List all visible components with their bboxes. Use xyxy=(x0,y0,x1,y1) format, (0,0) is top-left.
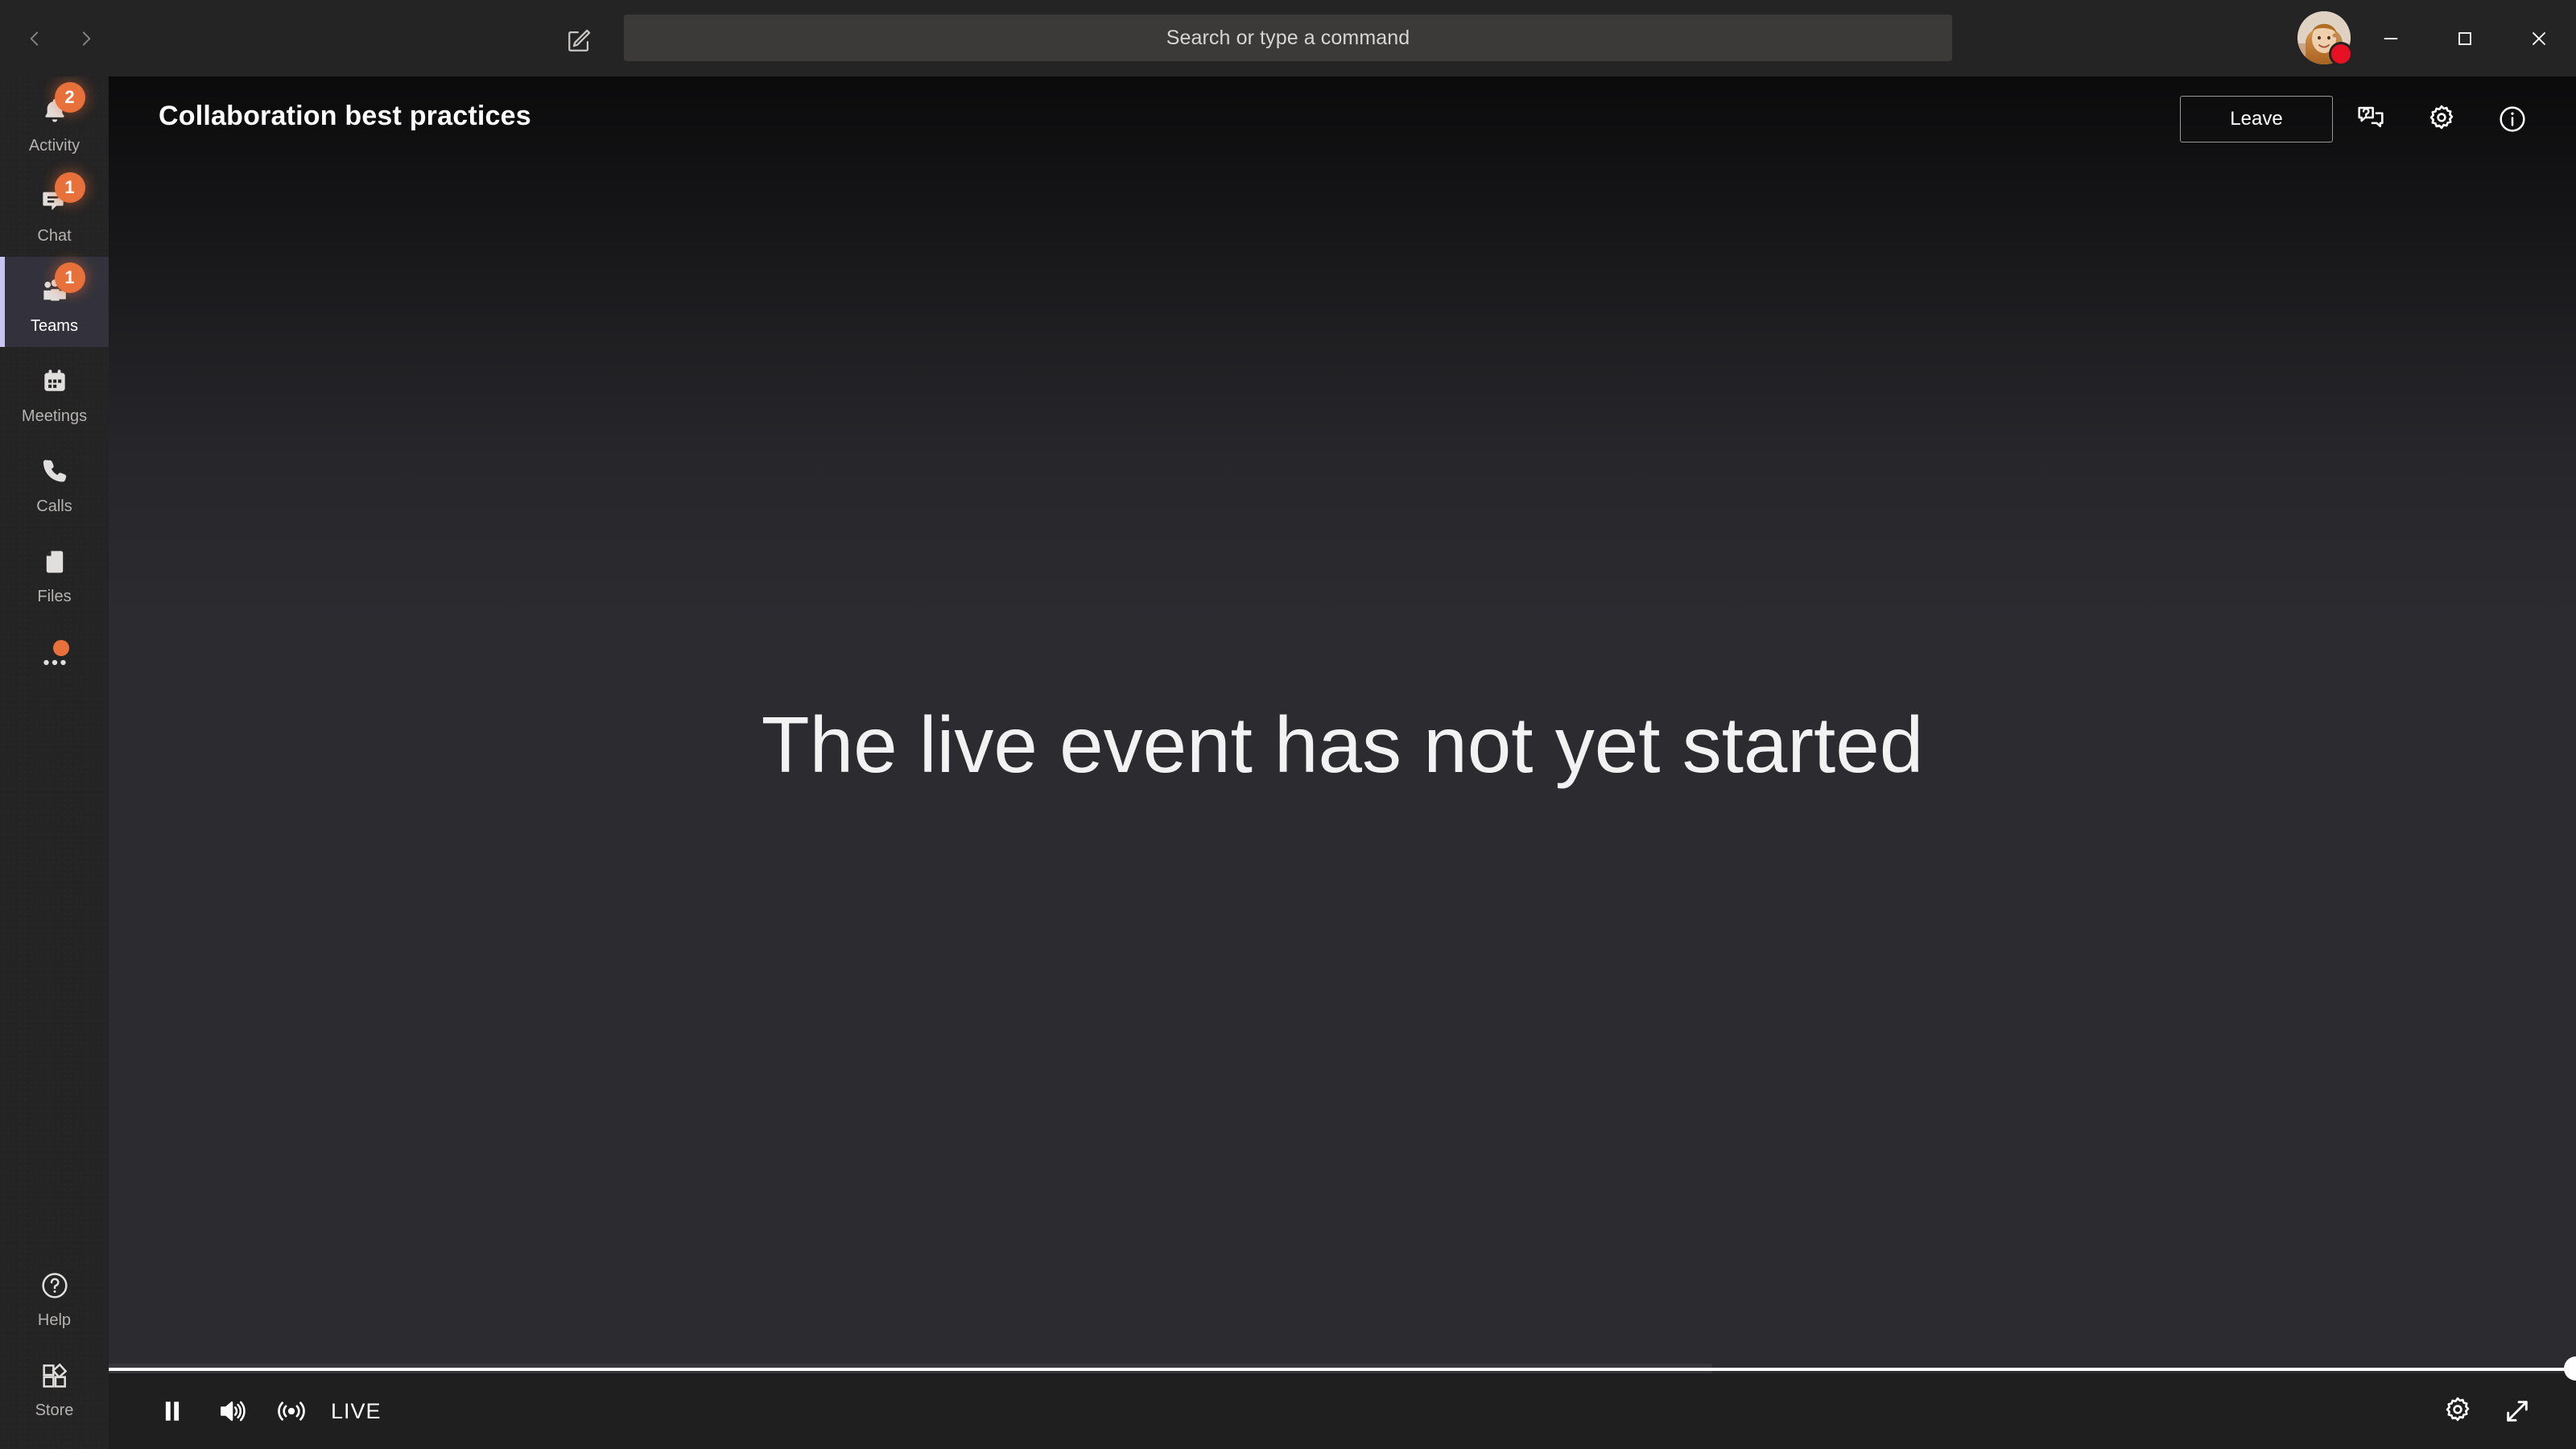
live-label: LIVE xyxy=(331,1398,382,1423)
maximize-icon[interactable] xyxy=(2428,0,2502,76)
sidebar-item-chat[interactable]: 1 Chat xyxy=(0,167,109,257)
sidebar-item-label: Help xyxy=(37,1311,72,1329)
stage-message-text: The live event has not yet started xyxy=(761,700,1924,789)
rail-primary-items: 2 Activity 1 Chat 1 Teams Meetings Calls… xyxy=(0,76,109,708)
more-dot-badge xyxy=(52,640,69,656)
sidebar-item-label: Teams xyxy=(31,316,78,335)
sidebar-item-label: Store xyxy=(35,1401,74,1419)
pause-icon[interactable] xyxy=(142,1381,202,1441)
back-icon[interactable] xyxy=(18,22,52,56)
stage-message: The live event has not yet started xyxy=(109,76,2576,1449)
sidebar-item-label: Chat xyxy=(37,226,72,245)
file-icon xyxy=(34,541,76,583)
sidebar-item-label: Calls xyxy=(36,497,72,515)
volume-icon[interactable] xyxy=(202,1381,262,1441)
forward-icon[interactable] xyxy=(69,22,103,56)
sidebar-item-meetings[interactable]: Meetings xyxy=(0,347,109,437)
presence-badge xyxy=(2329,42,2353,66)
sidebar-item-files[interactable]: Files xyxy=(0,527,109,617)
player-left-controls: LIVE xyxy=(142,1381,382,1441)
ellipsis-icon xyxy=(34,640,76,683)
teams-live-event-window: Search or type a command 2 Activity 1 Ch… xyxy=(0,0,2576,1449)
sidebar-item-help[interactable]: Help xyxy=(0,1251,109,1341)
leave-button[interactable]: Leave xyxy=(2180,96,2333,142)
search-placeholder: Search or type a command xyxy=(1166,26,1410,49)
navigation-arrows xyxy=(18,0,103,76)
calendar-icon xyxy=(34,361,76,402)
player-right-controls xyxy=(2428,1381,2547,1441)
event-header: Collaboration best practices Leave xyxy=(109,76,2576,157)
store-icon xyxy=(34,1355,76,1397)
player-controls: LIVE xyxy=(109,1373,2576,1449)
app-rail: 2 Activity 1 Chat 1 Teams Meetings Calls… xyxy=(0,76,109,1449)
question-circle-icon xyxy=(34,1265,76,1307)
player-gear-icon[interactable] xyxy=(2428,1381,2487,1441)
activity-badge: 2 xyxy=(54,81,85,113)
sidebar-item-more[interactable] xyxy=(0,617,109,708)
qa-icon[interactable] xyxy=(2338,94,2404,144)
info-icon[interactable] xyxy=(2479,94,2545,144)
gear-icon[interactable] xyxy=(2409,94,2475,144)
rail-secondary-items: Help Store xyxy=(0,1251,109,1431)
chat-icon: 1 xyxy=(34,171,85,222)
live-event-stage: Collaboration best practices Leave The l… xyxy=(109,76,2576,1449)
title-bar: Search or type a command xyxy=(0,0,2576,76)
progress-bar[interactable] xyxy=(109,1356,2576,1381)
teams-icon: 1 xyxy=(34,262,85,312)
sidebar-item-activity[interactable]: 2 Activity xyxy=(0,76,109,167)
sidebar-item-calls[interactable]: Calls xyxy=(0,437,109,527)
progress-fill xyxy=(109,1368,2576,1371)
phone-icon xyxy=(34,451,76,493)
sidebar-item-label: Activity xyxy=(28,136,80,155)
event-header-actions: Leave xyxy=(2180,94,2545,144)
search-input[interactable]: Search or type a command xyxy=(624,14,1952,61)
minimize-icon[interactable] xyxy=(2354,0,2428,76)
bell-icon: 2 xyxy=(34,81,85,132)
sidebar-item-teams[interactable]: 1 Teams xyxy=(0,257,109,347)
sidebar-item-label: Files xyxy=(37,587,72,605)
sidebar-item-store[interactable]: Store xyxy=(0,1341,109,1431)
close-icon[interactable] xyxy=(2502,0,2576,76)
window-controls xyxy=(2354,0,2576,76)
sidebar-item-label: Meetings xyxy=(21,407,88,425)
chat-badge: 1 xyxy=(54,171,85,203)
live-broadcast-icon[interactable] xyxy=(262,1381,321,1441)
page-title: Collaboration best practices xyxy=(159,101,531,131)
teams-badge: 1 xyxy=(54,262,85,293)
avatar[interactable] xyxy=(2297,11,2353,66)
fullscreen-icon[interactable] xyxy=(2487,1381,2547,1441)
compose-icon[interactable] xyxy=(557,21,602,60)
